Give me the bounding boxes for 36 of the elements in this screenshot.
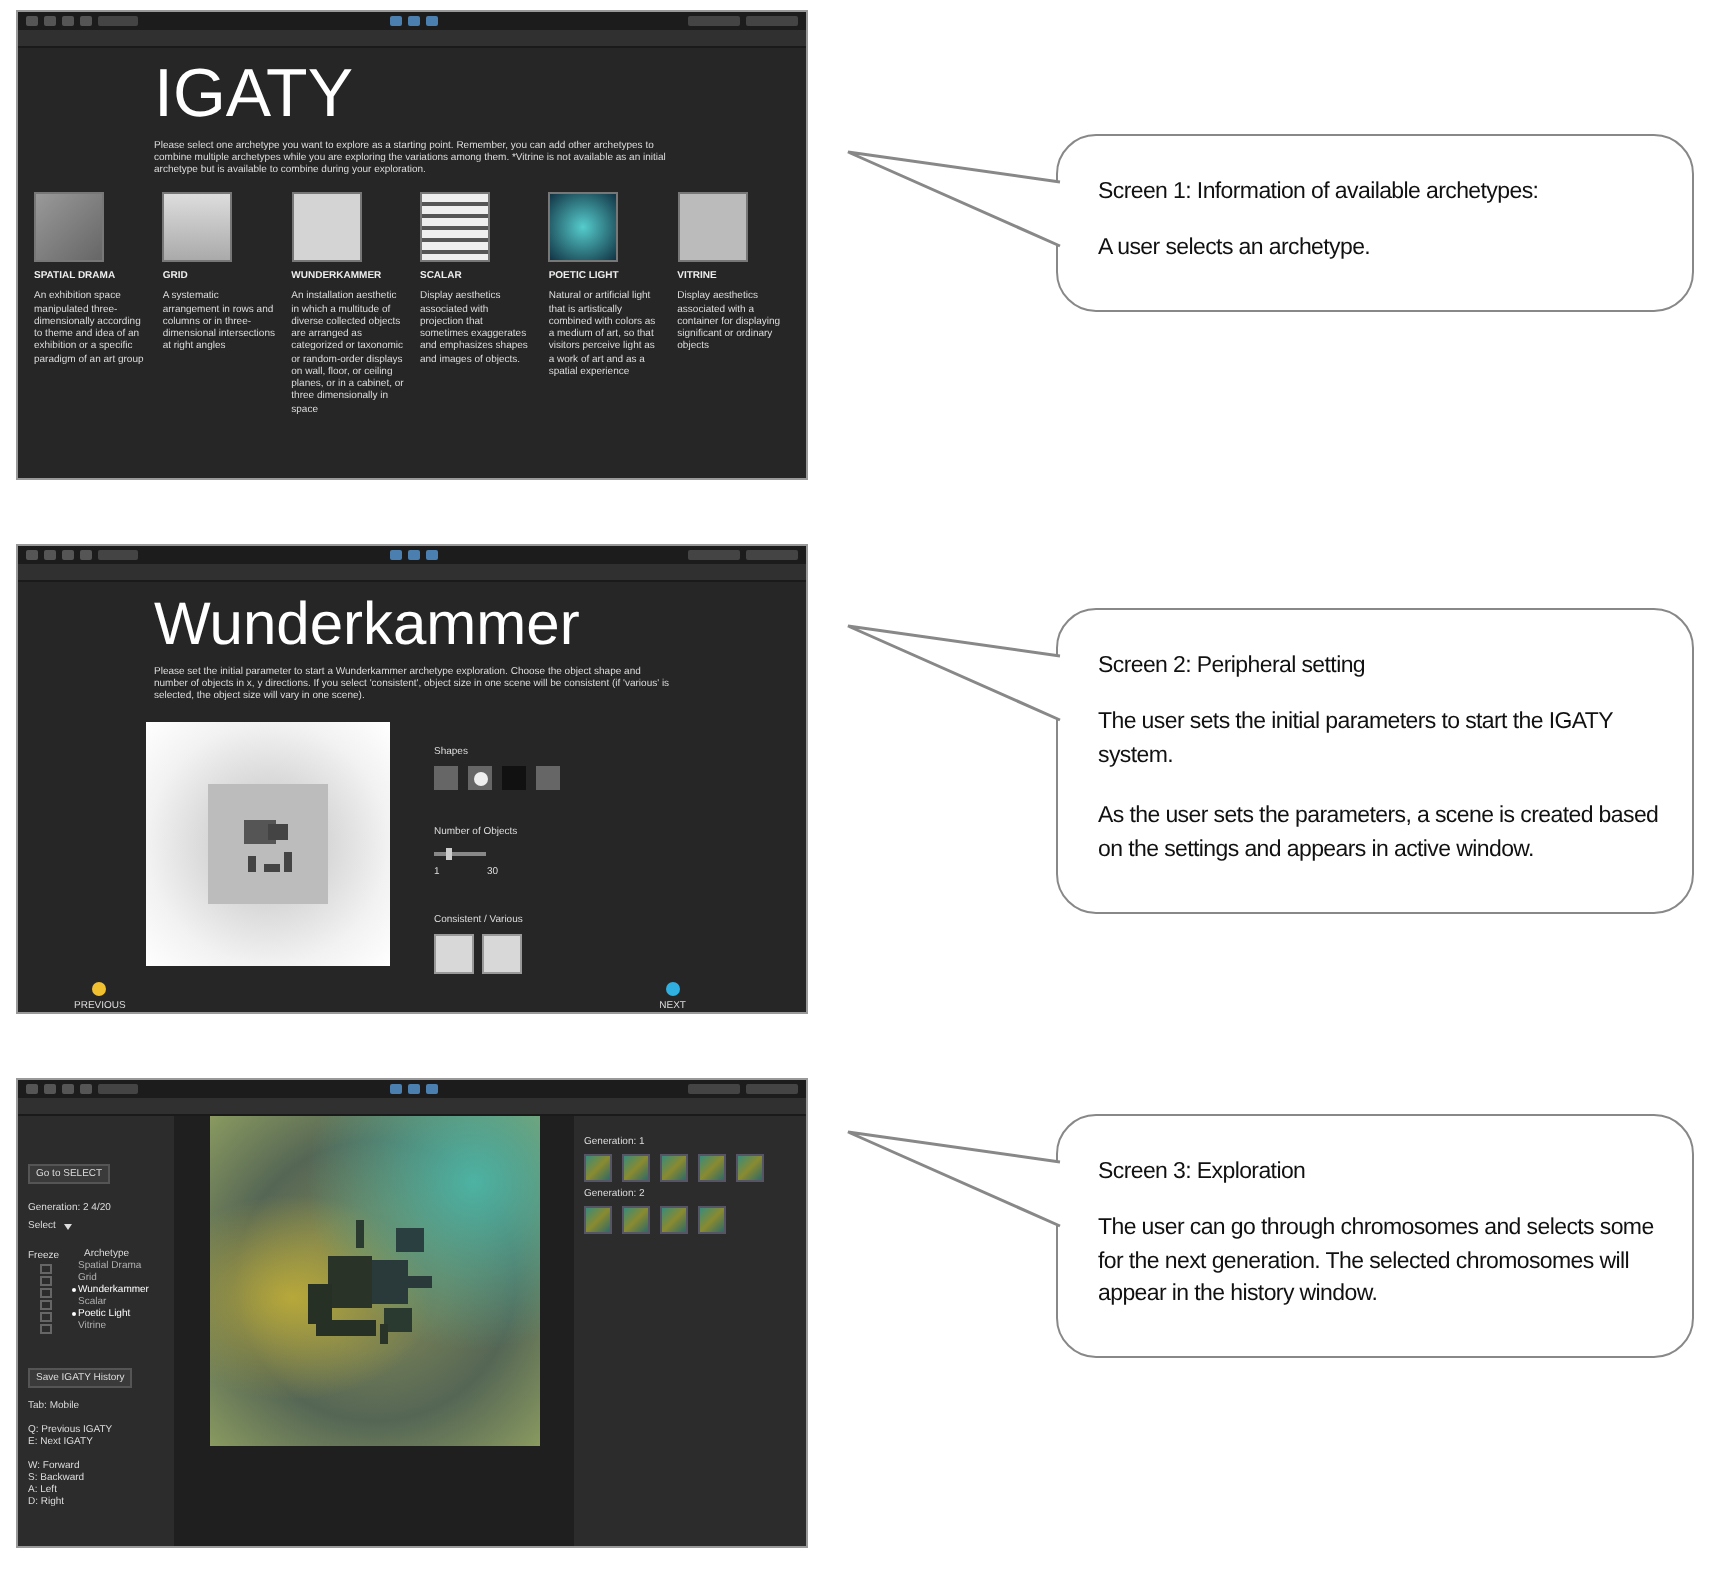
sphere-icon[interactable] [468,766,492,791]
archetype-thumbnail[interactable] [419,192,490,263]
slider-thumb[interactable] [446,848,453,861]
various-option[interactable] [482,934,522,975]
chromosome-thumbnail[interactable] [622,1154,650,1182]
callout-title: Screen 3: Exploration [1098,1160,1308,1184]
freeze-checkbox[interactable] [40,1288,52,1298]
chromosome-thumbnail[interactable] [698,1154,726,1182]
callout-text: A user selects an archetype. [1098,234,1373,264]
archetype-thumbnail[interactable] [162,192,233,263]
callout-title: Screen 1: Information of available archetypes: [1098,180,1541,204]
chromosome-thumbnail[interactable] [660,1154,688,1182]
caret-icon[interactable] [63,1223,72,1229]
freeze-checkbox[interactable] [40,1324,52,1334]
consistent-option[interactable] [434,934,474,975]
freeze-checkbox[interactable] [40,1276,52,1286]
callout-text: As the user sets the parameters, a scene is created based on the settings and appears in active window. [1098,802,1661,867]
freeze-checkbox[interactable] [40,1300,52,1310]
chromosome-thumbnail[interactable] [736,1154,764,1182]
screen-title: IGATY [154,60,353,132]
archetype-thumbnail[interactable] [677,192,748,263]
chromosome-thumbnail[interactable] [584,1154,612,1182]
archetype-thumbnail[interactable] [548,192,619,263]
callout-text: The user can go through chromosomes and selects some for the next generation. The selected chromosomes will appear in the history window. [1098,1214,1656,1311]
chromosome-thumbnail[interactable] [660,1206,688,1234]
archetype-thumbnail[interactable] [291,192,362,263]
freeze-checkbox[interactable] [40,1264,52,1274]
objects-drawing [208,784,328,905]
chromosome-thumbnail[interactable] [698,1206,726,1234]
callout-text: The user sets the initial parameters to start the IGATY system. [1098,708,1615,772]
screen-title: Wunderkammer [154,594,580,657]
chromosome-thumbnail[interactable] [622,1206,650,1234]
chromosome-thumbnail[interactable] [584,1206,612,1234]
archetype-thumbnail[interactable] [34,192,104,263]
freeze-checkbox[interactable] [40,1312,52,1322]
callout-title: Screen 2: Peripheral setting [1098,654,1368,678]
